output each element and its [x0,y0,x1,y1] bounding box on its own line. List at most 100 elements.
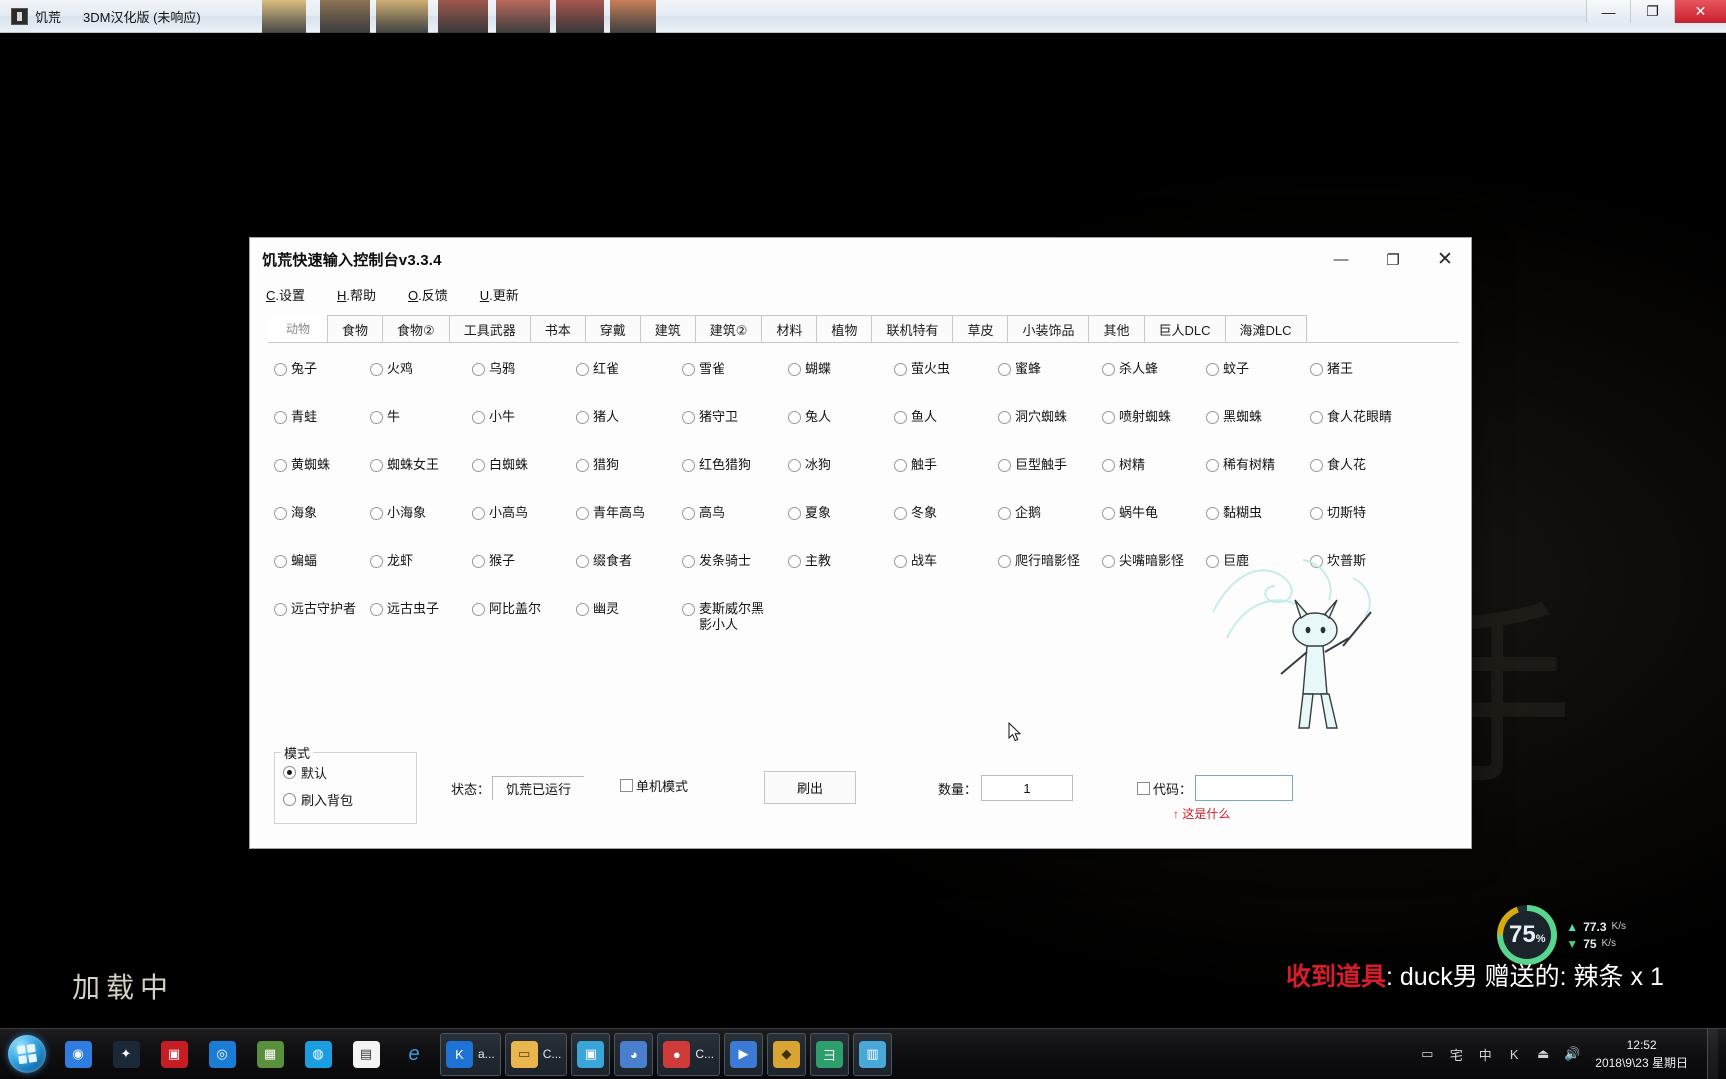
radio-icon[interactable] [1206,555,1219,568]
radio-icon[interactable] [370,507,383,520]
option-big-tentacle[interactable]: 巨型触手 [998,457,1102,473]
taskbar-item-file-explorer[interactable]: ▭ C... [504,1032,568,1076]
option-pig-king[interactable]: 猪王 [1310,361,1414,377]
taskbar-item-video-editor[interactable]: ▶ [724,1032,764,1076]
option-bee[interactable]: 蜜蜂 [998,361,1102,377]
radio-icon[interactable] [1206,459,1219,472]
option-spider-queen[interactable]: 蜘蛛女王 [370,457,472,473]
radio-icon[interactable] [370,363,383,376]
radio-icon[interactable] [998,363,1011,376]
option-summer-koalefant[interactable]: 夏象 [788,505,894,521]
radio-icon[interactable] [1102,363,1115,376]
option-redbird[interactable]: 红雀 [576,361,682,377]
code-checkbox-icon[interactable] [1137,781,1151,795]
radio-icon[interactable] [894,363,907,376]
quantity-input[interactable]: 1 [981,775,1074,801]
tab-buildings-2[interactable]: 建筑② [694,315,763,342]
option-maxwell-shadow-puppet[interactable]: 麦斯威尔黑影小人 [682,601,788,634]
option-snowbird[interactable]: 雪雀 [682,361,788,377]
code-input[interactable] [1195,775,1294,801]
radio-icon[interactable] [472,603,485,616]
option-terrorbeak[interactable]: 尖嘴暗影怪 [1102,553,1206,569]
option-clockwork-knight[interactable]: 发条骑士 [682,553,788,569]
radio-icon[interactable] [274,555,287,568]
option-butterfly[interactable]: 蝴蝶 [788,361,894,377]
radio-icon[interactable] [472,555,485,568]
option-beefalo[interactable]: 牛 [370,409,472,425]
radio-icon[interactable] [274,507,287,520]
radio-icon[interactable] [1206,507,1219,520]
tray-input-icon[interactable]: 宅 [1446,1044,1466,1064]
option-spitter-spider[interactable]: 喷射蜘蛛 [1102,409,1206,425]
radio-icon[interactable] [788,459,801,472]
option-treeguard[interactable]: 树精 [1102,457,1206,473]
tab-shipwrecked-dlc[interactable]: 海滩DLC [1224,315,1307,342]
option-killer-bee[interactable]: 杀人蜂 [1102,361,1206,377]
tray-monitor-icon[interactable]: ▭ [1417,1044,1437,1064]
tab-animals[interactable]: 动物 [268,315,329,342]
option-teenbird[interactable]: 青年高鸟 [576,505,682,521]
option-firefly[interactable]: 萤火虫 [894,361,998,377]
code-hint-link[interactable]: ↑ 这是什么 [1173,805,1230,822]
tool-close-button[interactable]: ✕ [1419,238,1471,281]
radio-icon[interactable] [1310,363,1323,376]
option-winter-koalefant[interactable]: 冬象 [894,505,998,521]
taskbar-item-edge[interactable]: ◍ [296,1033,340,1076]
show-desktop-button[interactable] [1707,1028,1718,1079]
radio-icon[interactable] [370,603,383,616]
tab-food[interactable]: 食物 [327,315,384,342]
radio-icon[interactable] [472,459,485,472]
radio-icon[interactable] [788,411,801,424]
radio-icon[interactable] [1102,555,1115,568]
tab-plants[interactable]: 植物 [816,315,873,342]
radio-icon[interactable] [788,555,801,568]
taskbar-item-steam[interactable]: ✦ [104,1033,148,1076]
tray-volume-icon[interactable]: 🔊 [1562,1044,1582,1064]
option-krampus[interactable]: 坎普斯 [1310,553,1414,569]
radio-icon[interactable] [1206,411,1219,424]
radio-icon[interactable] [576,555,589,568]
option-snurtle[interactable]: 蜗牛龟 [1102,505,1206,521]
tray-keyboard-icon[interactable]: K [1504,1044,1524,1064]
tab-other[interactable]: 其他 [1088,315,1145,342]
radio-icon[interactable] [682,555,695,568]
checkbox-icon[interactable] [620,779,634,792]
option-smallbird[interactable]: 小高鸟 [472,505,576,521]
tool-maximize-button[interactable]: ❐ [1367,238,1419,281]
game-close-button[interactable]: ✕ [1674,0,1726,23]
game-maximize-button[interactable]: ❐ [1630,0,1674,23]
radio-icon[interactable] [370,411,383,424]
tab-tools-weapons[interactable]: 工具武器 [448,315,531,342]
option-pigman[interactable]: 猪人 [576,409,682,425]
radio-icon[interactable] [1310,411,1323,424]
taskbar-item-notepad[interactable]: ▤ [344,1033,388,1076]
menu-item-update[interactable]: U.更新 [480,285,519,304]
tab-wearables[interactable]: 穿戴 [584,315,641,342]
option-ancient-worm[interactable]: 远古虫子 [370,601,472,617]
option-tallbird[interactable]: 高鸟 [682,505,788,521]
windows-logo-icon[interactable] [8,1035,46,1073]
taskbar-item-calculator[interactable]: ▥ [853,1032,893,1076]
taskbar-item-internet-explorer[interactable]: e [392,1033,436,1076]
tool-minimize-button[interactable]: — [1315,238,1367,281]
tab-materials[interactable]: 材料 [761,315,818,342]
tab-turf[interactable]: 草皮 [952,315,1009,342]
radio-icon[interactable] [472,411,485,424]
option-rocky-lobster[interactable]: 龙虾 [370,553,472,569]
option-abigail[interactable]: 阿比盖尔 [472,601,576,617]
option-clockwork-rook[interactable]: 战车 [894,553,998,569]
radio-icon[interactable] [576,507,589,520]
radio-icon[interactable] [1206,363,1219,376]
radio-icon[interactable] [682,603,695,616]
option-bat[interactable]: 蝙蝠 [274,553,370,569]
taskbar-item-minecraft[interactable]: ▦ [248,1033,292,1076]
option-monkey[interactable]: 猴子 [472,553,576,569]
option-crow[interactable]: 乌鸦 [472,361,576,377]
tab-trinkets[interactable]: 小装饰品 [1007,315,1090,342]
radio-icon[interactable] [274,363,287,376]
radio-icon[interactable] [274,603,287,616]
radio-icon[interactable] [998,555,1011,568]
radio-icon[interactable] [682,459,695,472]
menu-item-help[interactable]: H.帮助 [337,285,376,304]
tab-rog-dlc[interactable]: 巨人DLC [1143,315,1226,342]
